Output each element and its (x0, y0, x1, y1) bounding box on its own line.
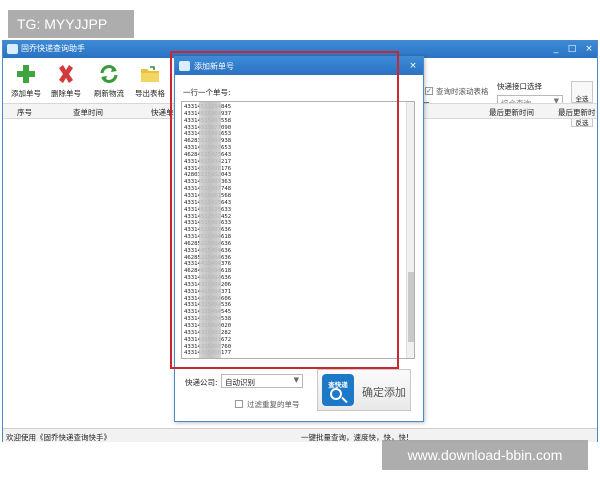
screenshot-stage: TG: MYYJJPP www.download-bbin.com 固乔快递查询… (0, 0, 600, 480)
col-seq[interactable]: 序号 (17, 107, 32, 118)
red-highlight-frame (170, 51, 399, 369)
export-table-label: 导出表格 (135, 89, 165, 98)
col-last-update[interactable]: 最后更新时 (558, 107, 596, 118)
kuaidi-logo-icon: 查快递 (322, 374, 354, 406)
scrollbar-thumb[interactable] (408, 272, 414, 342)
chevron-down-icon: ▼ (293, 376, 299, 384)
col-query-time[interactable]: 查单时间 (73, 107, 103, 118)
dialog-close-button[interactable]: × (407, 59, 419, 73)
window-title: 固乔快递查询助手 (21, 44, 85, 53)
col-last-update-time[interactable]: 最后更新时间 (489, 107, 534, 118)
maximize-button[interactable]: □ (565, 42, 579, 56)
export-table-button[interactable]: 导出表格 (133, 63, 167, 101)
magnifier-handle (341, 396, 348, 404)
refresh-icon (100, 65, 118, 83)
interface-select-label: 快递接口选择 (497, 82, 542, 91)
dedupe-checkbox[interactable] (235, 400, 243, 408)
vertical-scrollbar[interactable] (406, 102, 414, 358)
scroll-table-label: 查询时滚动表格 (436, 87, 489, 96)
watermark-top: TG: MYYJJPP (8, 10, 134, 38)
courier-company-select[interactable]: 自动识别 ▼ (221, 374, 303, 388)
delete-x-icon (59, 65, 73, 83)
delete-tracking-button[interactable]: 删除单号 (49, 63, 83, 101)
magnifier-icon (330, 388, 342, 400)
dedupe-label: 过滤重复的单号 (247, 400, 300, 409)
refresh-logistics-label: 刷新物流 (94, 89, 124, 98)
select-all-button[interactable]: 全选 (571, 81, 593, 103)
courier-company-value: 自动识别 (225, 378, 255, 387)
app-icon (7, 44, 18, 54)
confirm-add-label: 确定添加 (362, 386, 406, 399)
refresh-logistics-button[interactable]: 刷新物流 (91, 63, 127, 101)
watermark-bottom: www.download-bbin.com (382, 440, 588, 470)
close-button[interactable]: × (582, 42, 596, 56)
add-icon (17, 65, 35, 83)
confirm-add-button[interactable]: 查快递 确定添加 (317, 369, 411, 411)
add-tracking-label: 添加单号 (11, 89, 41, 98)
scroll-table-checkbox[interactable]: ✓ (425, 87, 433, 95)
status-welcome: 欢迎使用《固乔快递查询快手》 (6, 433, 111, 442)
delete-tracking-label: 删除单号 (51, 89, 81, 98)
add-tracking-button[interactable]: 添加单号 (9, 63, 43, 101)
minimize-button[interactable]: _ (549, 42, 563, 56)
export-folder-icon (141, 66, 159, 82)
courier-company-label: 快递公司: (185, 378, 218, 387)
